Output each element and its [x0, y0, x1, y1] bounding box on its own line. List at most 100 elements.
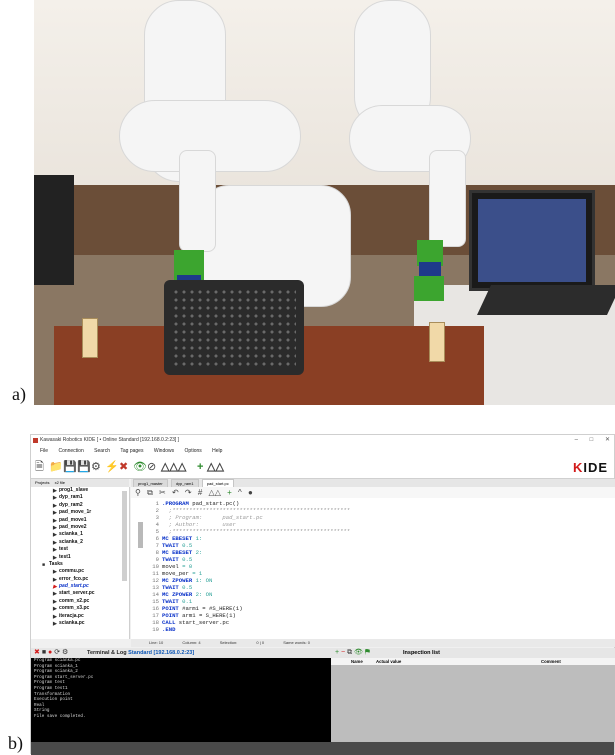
tree-file[interactable]: ▶ prog1_slave [31, 487, 129, 494]
tree-file[interactable]: ▶ scianka_2 [31, 539, 129, 546]
wood-block-right [429, 322, 445, 362]
flag-icon[interactable]: ⚑ [365, 649, 370, 656]
photo-monitor [34, 175, 74, 285]
robot-download-icon[interactable]: △△ [207, 461, 224, 473]
menu-search[interactable]: Search [94, 448, 110, 454]
status-line: Line: 10 [149, 640, 164, 645]
wood-block-left [82, 318, 98, 358]
tree-item-label: comm_x2.pc [59, 597, 90, 604]
tree-file[interactable]: ▶ dyp_ram1 [31, 494, 129, 501]
tree-item-label: pad_move2 [59, 523, 87, 530]
tree-file[interactable]: ▶ pad_move1 [31, 517, 129, 524]
tree-item-label: scianka.pc [59, 620, 85, 627]
tree-file[interactable]: ▶ comm_x2.pc [31, 598, 129, 605]
tree-file[interactable]: ▶ error_fco.pc [31, 576, 129, 583]
editor-tabs: prog1_master dyp_ram1 pad_start.pc [131, 479, 615, 489]
tree-item-label: comm_x3.pc [59, 605, 90, 612]
tree-file[interactable]: ▶ pad_move2 [31, 524, 129, 531]
copy-watch-icon[interactable]: ⧉ [347, 649, 352, 656]
save-all-icon[interactable]: 💾 [77, 461, 91, 473]
tree-item-label: scianka_2 [59, 538, 83, 545]
tree-item-label: error_fco.pc [59, 575, 89, 582]
no-eye-icon[interactable]: ⊘ [147, 461, 156, 473]
terminal-output[interactable]: Program scianka.pc Program scianka_1 Progr… [31, 658, 331, 742]
save-icon[interactable]: 💾 [63, 461, 77, 473]
tree-file[interactable]: ▶ comm_x3.pc [31, 605, 129, 612]
inspection-columns: Name Actual value Comment [331, 658, 615, 665]
maximize-button[interactable]: □ [590, 437, 594, 443]
menu-help[interactable]: Help [212, 448, 222, 454]
tree-file[interactable]: ▶ test [31, 546, 129, 553]
search-icon[interactable]: ⚲ [135, 488, 141, 497]
terminal-header: ✖ ■ ● ⟳ ⚙ Terminal & Log Standard [192.1… [31, 648, 331, 658]
comment-icon[interactable]: # [198, 488, 202, 497]
code-editor[interactable]: 1 .PROGRAM pad_start.pc() 2 ;************… [131, 498, 615, 639]
robot-upload-icon[interactable]: △△△ [161, 461, 186, 473]
menu-windows[interactable]: Windows [154, 448, 174, 454]
main-toolbar: 🗎 📁 💾 💾 ⚙ ⚡ ✖ 👁 ⊘ △△△ + △△ KIDE [31, 456, 614, 479]
robot-photo [34, 0, 615, 405]
figure-label-b: b) [8, 733, 23, 753]
record-icon[interactable]: ● [48, 649, 52, 656]
col-name[interactable]: Name [351, 658, 363, 665]
robot-icon[interactable]: △△ [209, 488, 221, 497]
col-actual-value[interactable]: Actual value [376, 658, 401, 665]
settings-gear-icon[interactable]: ⚙ [91, 461, 101, 473]
tree-file[interactable]: ▶ dyp_ram2 [31, 502, 129, 509]
status-same-words: Same words: 0 [283, 640, 310, 645]
ide-window: Kawasaki Robotics KIDE [ • Online Standa… [30, 434, 615, 755]
stop-icon[interactable]: ● [248, 488, 253, 497]
watch-eye-icon[interactable]: 👁 [354, 649, 363, 656]
tree-file[interactable]: ▶ commu.pc [31, 568, 129, 575]
add-point-icon[interactable]: + [227, 488, 232, 497]
tab-projects[interactable]: Projects [35, 480, 49, 485]
photo-laptop [469, 190, 595, 291]
inspection-list[interactable] [331, 665, 615, 742]
caret-up-icon[interactable]: ^ [238, 488, 242, 497]
disconnect-icon[interactable]: ✖ [119, 461, 128, 473]
stop-terminal-icon[interactable]: ■ [42, 649, 46, 656]
kide-logo: KIDE [572, 460, 608, 475]
tree-file[interactable]: ▶ iteracja.pc [31, 613, 129, 620]
copy-icon[interactable]: ⧉ [147, 488, 153, 497]
tree-file[interactable]: ▶ pad_start.pc [31, 583, 129, 590]
close-button[interactable]: ✕ [605, 437, 610, 443]
settings-icon[interactable]: ⚙ [62, 649, 68, 656]
menu-file[interactable]: File [40, 448, 48, 454]
project-name[interactable]: x2 file [55, 480, 65, 485]
new-file-icon[interactable]: 🗎 [35, 461, 44, 473]
tree-file[interactable]: ▶ scianka.pc [31, 620, 129, 627]
add-icon[interactable]: + [197, 461, 203, 473]
tree-file[interactable]: ▶ start_server.pc [31, 590, 129, 597]
tree-item-label: commu.pc [59, 568, 85, 575]
terminal-connection[interactable]: Standard [192.168.0.2:23] [128, 650, 194, 656]
cut-icon[interactable]: ✂ [159, 488, 166, 497]
tree-file[interactable]: ▶ test1 [31, 554, 129, 561]
minimize-button[interactable]: – [575, 437, 578, 443]
undo-icon[interactable]: ↶ [172, 488, 179, 497]
eye-icon[interactable]: 👁 [133, 461, 147, 473]
editor-toolbar: ⚲ ⧉ ✂ ↶ ↷ # △△ + ^ ● [131, 487, 615, 498]
add-watch-icon[interactable]: + [335, 649, 339, 656]
menu-tag-pages[interactable]: Tag pages [120, 448, 143, 454]
open-folder-icon[interactable]: 📁 [49, 461, 63, 473]
editor-gutter [131, 498, 145, 639]
terminal-title: Terminal & Log [87, 650, 127, 656]
menu-options[interactable]: Options [185, 448, 202, 454]
tree-item-label: test [59, 546, 68, 553]
bottom-bar [31, 742, 614, 755]
tree-folder[interactable]: ■ Tasks [31, 561, 129, 568]
program-file-icon: ▶ [53, 621, 57, 628]
refresh-icon[interactable]: ⟳ [54, 649, 60, 656]
tree-file[interactable]: ▶ pad_move_1r [31, 509, 129, 516]
remove-watch-icon[interactable]: − [341, 649, 345, 656]
redo-icon[interactable]: ↷ [185, 488, 192, 497]
robot-right-wrist [429, 150, 466, 247]
status-column: Column: 4 [182, 640, 201, 645]
lightning-icon[interactable]: ⚡ [105, 461, 119, 473]
close-terminal-icon[interactable]: ✖ [34, 649, 40, 656]
tree-file[interactable]: ▶ scianka_1 [31, 531, 129, 538]
col-comment[interactable]: Comment [541, 658, 561, 665]
menu-connection[interactable]: Connection [58, 448, 83, 454]
project-tree: ▶ prog1_slave ▶ dyp_ram1 ▶ dyp_ram2 ▶ pad_move_… [31, 487, 130, 639]
